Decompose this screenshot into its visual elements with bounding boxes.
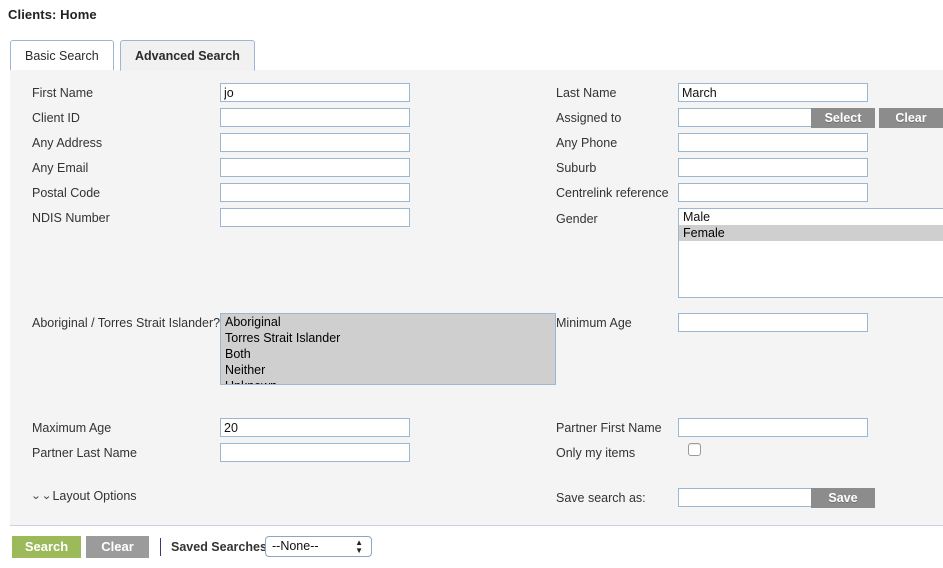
- atsi-option-torres-strait-islander[interactable]: Torres Strait Islander: [221, 330, 555, 346]
- save-search-input[interactable]: [678, 488, 821, 507]
- label-partner-first-name: Partner First Name: [556, 421, 662, 435]
- label-first-name: First Name: [32, 86, 94, 100]
- label-minimum-age: Minimum Age: [556, 316, 632, 330]
- stepper-arrows-icon: ▲ ▼: [355, 538, 363, 555]
- tab-strip: Basic Search Advanced Search: [10, 40, 943, 71]
- label-only-my-items: Only my items: [556, 446, 636, 460]
- label-atsi: Aboriginal / Torres Strait Islander?: [32, 316, 221, 330]
- tab-basic-search[interactable]: Basic Search: [10, 40, 114, 71]
- only-my-items-checkbox[interactable]: [688, 443, 701, 456]
- centrelink-reference-input[interactable]: [678, 183, 868, 202]
- label-centrelink-reference: Centrelink reference: [556, 186, 669, 200]
- label-gender: Gender: [556, 212, 598, 226]
- save-search-button[interactable]: Save: [811, 488, 875, 508]
- saved-searches-select[interactable]: --None-- ▲ ▼: [265, 536, 372, 557]
- atsi-option-neither[interactable]: Neither: [221, 362, 555, 378]
- any-phone-input[interactable]: [678, 133, 868, 152]
- advanced-search-panel: First Name Client ID Any Address Any Ema…: [10, 70, 943, 525]
- gender-listbox[interactable]: Male Female: [678, 208, 943, 298]
- suburb-input[interactable]: [678, 158, 868, 177]
- label-partner-last-name: Partner Last Name: [32, 446, 137, 460]
- atsi-option-both[interactable]: Both: [221, 346, 555, 362]
- label-save-search-as: Save search as:: [556, 491, 646, 505]
- last-name-input[interactable]: [678, 83, 868, 102]
- label-maximum-age: Maximum Age: [32, 421, 112, 435]
- saved-searches-value: --None--: [272, 539, 319, 553]
- chevron-double-down-icon: ⌄⌄: [30, 490, 52, 502]
- partner-first-name-input[interactable]: [678, 418, 868, 437]
- footer-divider: [160, 538, 161, 556]
- search-button[interactable]: Search: [12, 536, 81, 558]
- label-any-email: Any Email: [32, 161, 89, 175]
- clear-button[interactable]: Clear: [86, 536, 149, 558]
- gender-option-male[interactable]: Male: [679, 209, 943, 225]
- tab-advanced-search[interactable]: Advanced Search: [120, 40, 255, 71]
- assigned-to-select-button[interactable]: Select: [811, 108, 875, 128]
- label-any-phone: Any Phone: [556, 136, 618, 150]
- layout-options-toggle[interactable]: ⌄⌄Layout Options: [30, 489, 137, 503]
- label-ndis-number: NDIS Number: [32, 211, 110, 225]
- assigned-to-input[interactable]: [678, 108, 821, 127]
- label-postal-code: Postal Code: [32, 186, 101, 200]
- atsi-listbox[interactable]: Aboriginal Torres Strait Islander Both N…: [220, 313, 556, 385]
- saved-searches-label: Saved Searches: [171, 540, 267, 554]
- any-address-input[interactable]: [220, 133, 410, 152]
- label-client-id: Client ID: [32, 111, 80, 125]
- ndis-number-input[interactable]: [220, 208, 410, 227]
- label-suburb: Suburb: [556, 161, 597, 175]
- maximum-age-input[interactable]: [220, 418, 410, 437]
- footer-action-bar: Search Clear Saved Searches --None-- ▲ ▼: [0, 525, 943, 568]
- label-assigned-to: Assigned to: [556, 111, 622, 125]
- assigned-to-clear-button[interactable]: Clear: [879, 108, 943, 128]
- partner-last-name-input[interactable]: [220, 443, 410, 462]
- postal-code-input[interactable]: [220, 183, 410, 202]
- minimum-age-input[interactable]: [678, 313, 868, 332]
- page-title: Clients: Home: [8, 7, 97, 22]
- label-last-name: Last Name: [556, 86, 617, 100]
- label-any-address: Any Address: [32, 136, 103, 150]
- gender-option-female[interactable]: Female: [679, 225, 943, 241]
- atsi-option-aboriginal[interactable]: Aboriginal: [221, 314, 555, 330]
- any-email-input[interactable]: [220, 158, 410, 177]
- first-name-input[interactable]: [220, 83, 410, 102]
- layout-options-label: Layout Options: [52, 489, 137, 503]
- atsi-option-unknown[interactable]: Unknown: [221, 378, 555, 384]
- client-id-input[interactable]: [220, 108, 410, 127]
